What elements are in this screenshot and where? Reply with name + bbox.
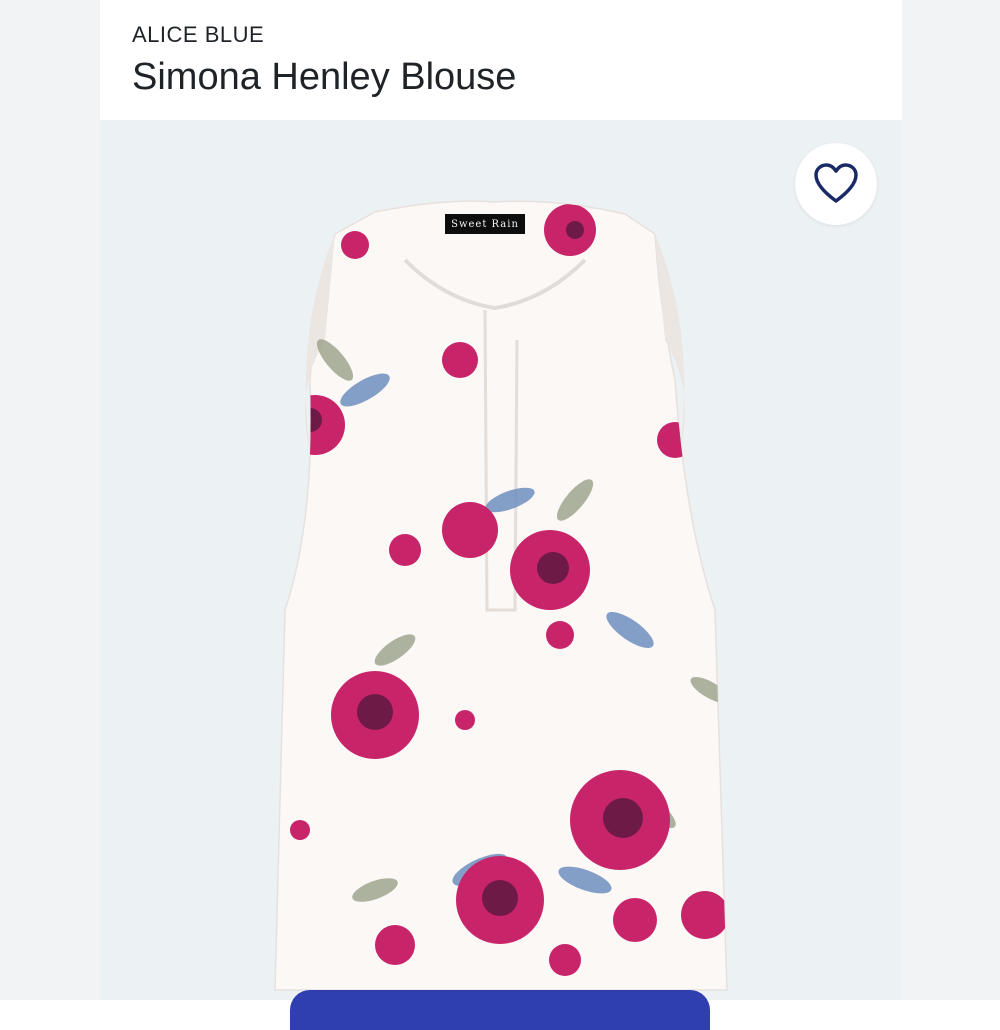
brand-name[interactable]: ALICE BLUE xyxy=(132,22,264,48)
product-title: Simona Henley Blouse xyxy=(132,56,517,98)
heart-icon xyxy=(814,163,858,203)
right-gutter xyxy=(902,0,1000,1000)
left-gutter xyxy=(0,0,100,1000)
product-header: ALICE BLUE Simona Henley Blouse xyxy=(100,0,902,120)
favorite-button[interactable] xyxy=(795,143,877,225)
bottom-action-button[interactable] xyxy=(290,990,710,1030)
brand-label-tag: Sweet Rain xyxy=(445,214,525,234)
product-image[interactable] xyxy=(255,190,735,1000)
